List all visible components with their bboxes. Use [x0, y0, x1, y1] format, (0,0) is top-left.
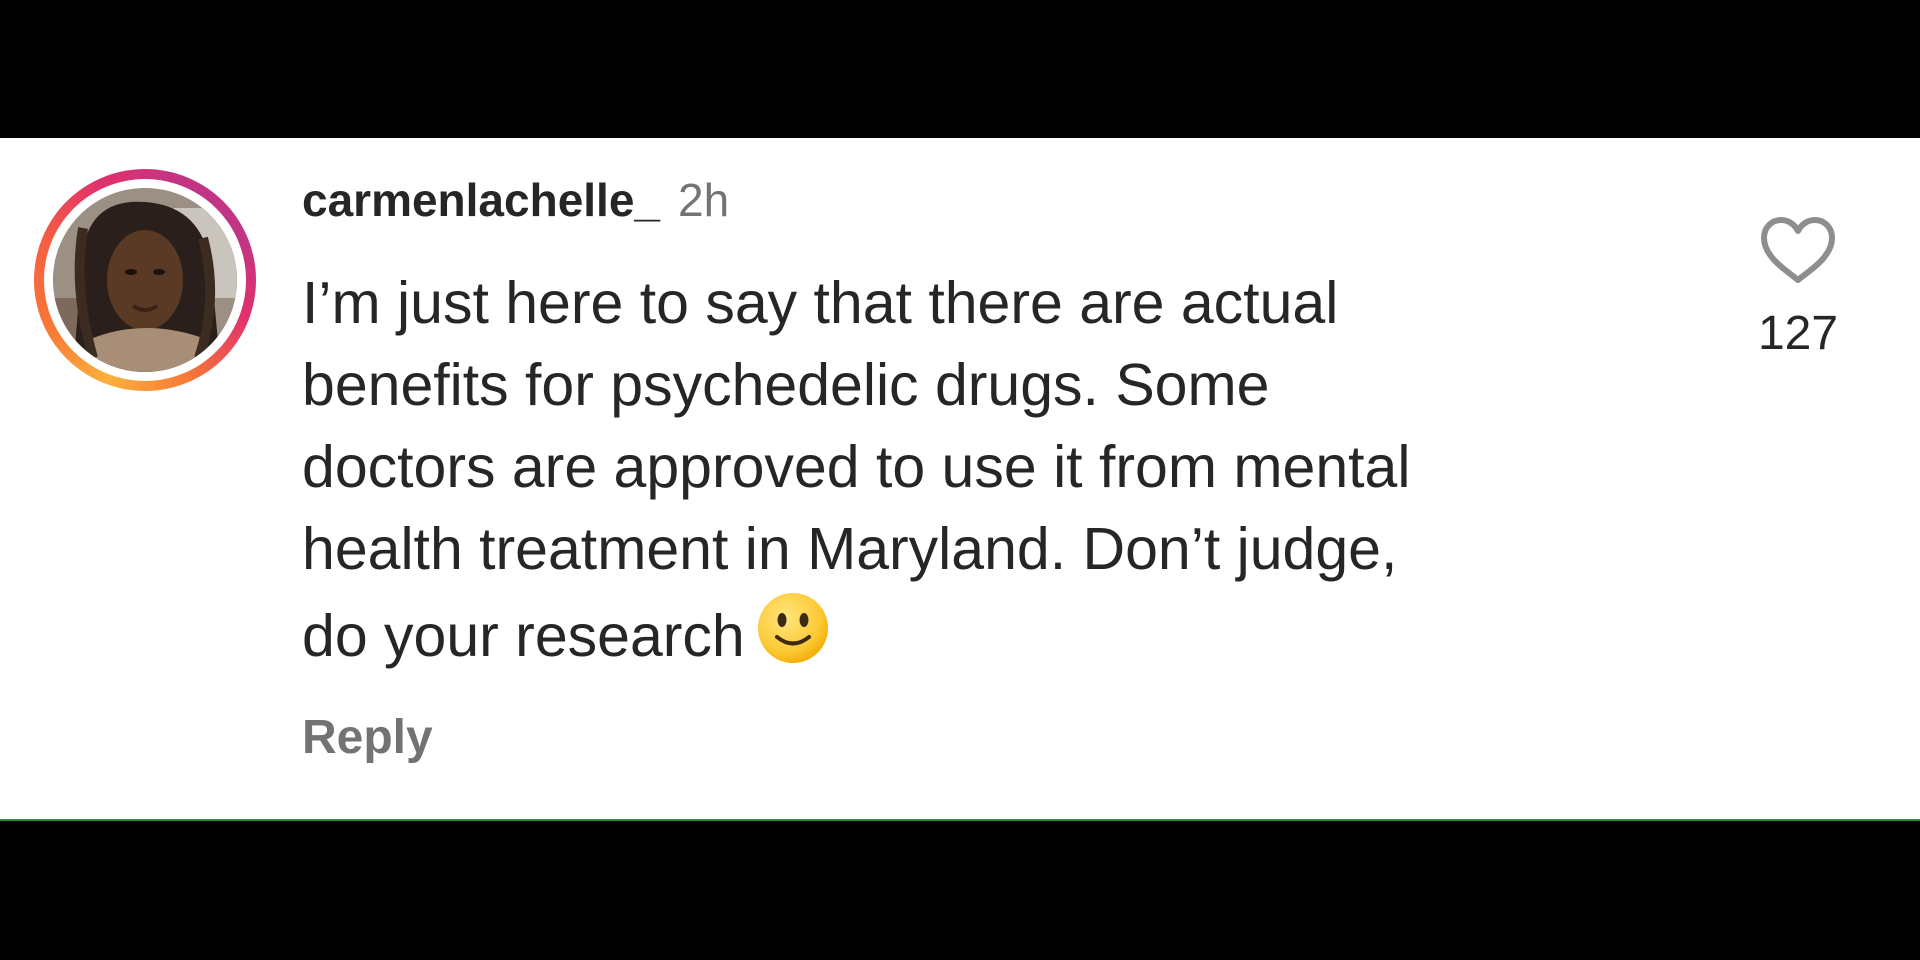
screenshot-frame: carmenlachelle_ 2h I’m just here to say t…	[0, 0, 1920, 960]
comment-line: do your research	[302, 603, 745, 669]
comment-line: health treatment in Maryland. Don’t judg…	[302, 516, 1398, 582]
timestamp: 2h	[678, 174, 730, 226]
reply-button[interactable]: Reply	[302, 710, 433, 766]
avatar-photo	[53, 188, 237, 372]
comment-line: doctors are approved to use it from ment…	[302, 434, 1411, 500]
divider	[0, 819, 1920, 821]
like-count: 127	[1757, 307, 1839, 360]
username-link[interactable]: carmenlachelle_	[302, 174, 660, 226]
story-ring[interactable]	[34, 169, 256, 391]
like-section: 127	[1752, 216, 1844, 362]
slightly-smiling-face-emoji-icon	[757, 593, 828, 663]
heart-outline-icon[interactable]	[1759, 216, 1837, 286]
comment-body: I’m just here to say that there are actu…	[302, 262, 1702, 677]
comment-header: carmenlachelle_ 2h	[302, 172, 729, 228]
comment-line: I’m just here to say that there are actu…	[302, 270, 1339, 336]
comment-row: carmenlachelle_ 2h I’m just here to say t…	[0, 138, 1920, 820]
comment-line: benefits for psychedelic drugs. Some	[302, 352, 1270, 418]
comment-line-last: do your research	[302, 590, 1702, 677]
avatar[interactable]	[53, 188, 237, 372]
